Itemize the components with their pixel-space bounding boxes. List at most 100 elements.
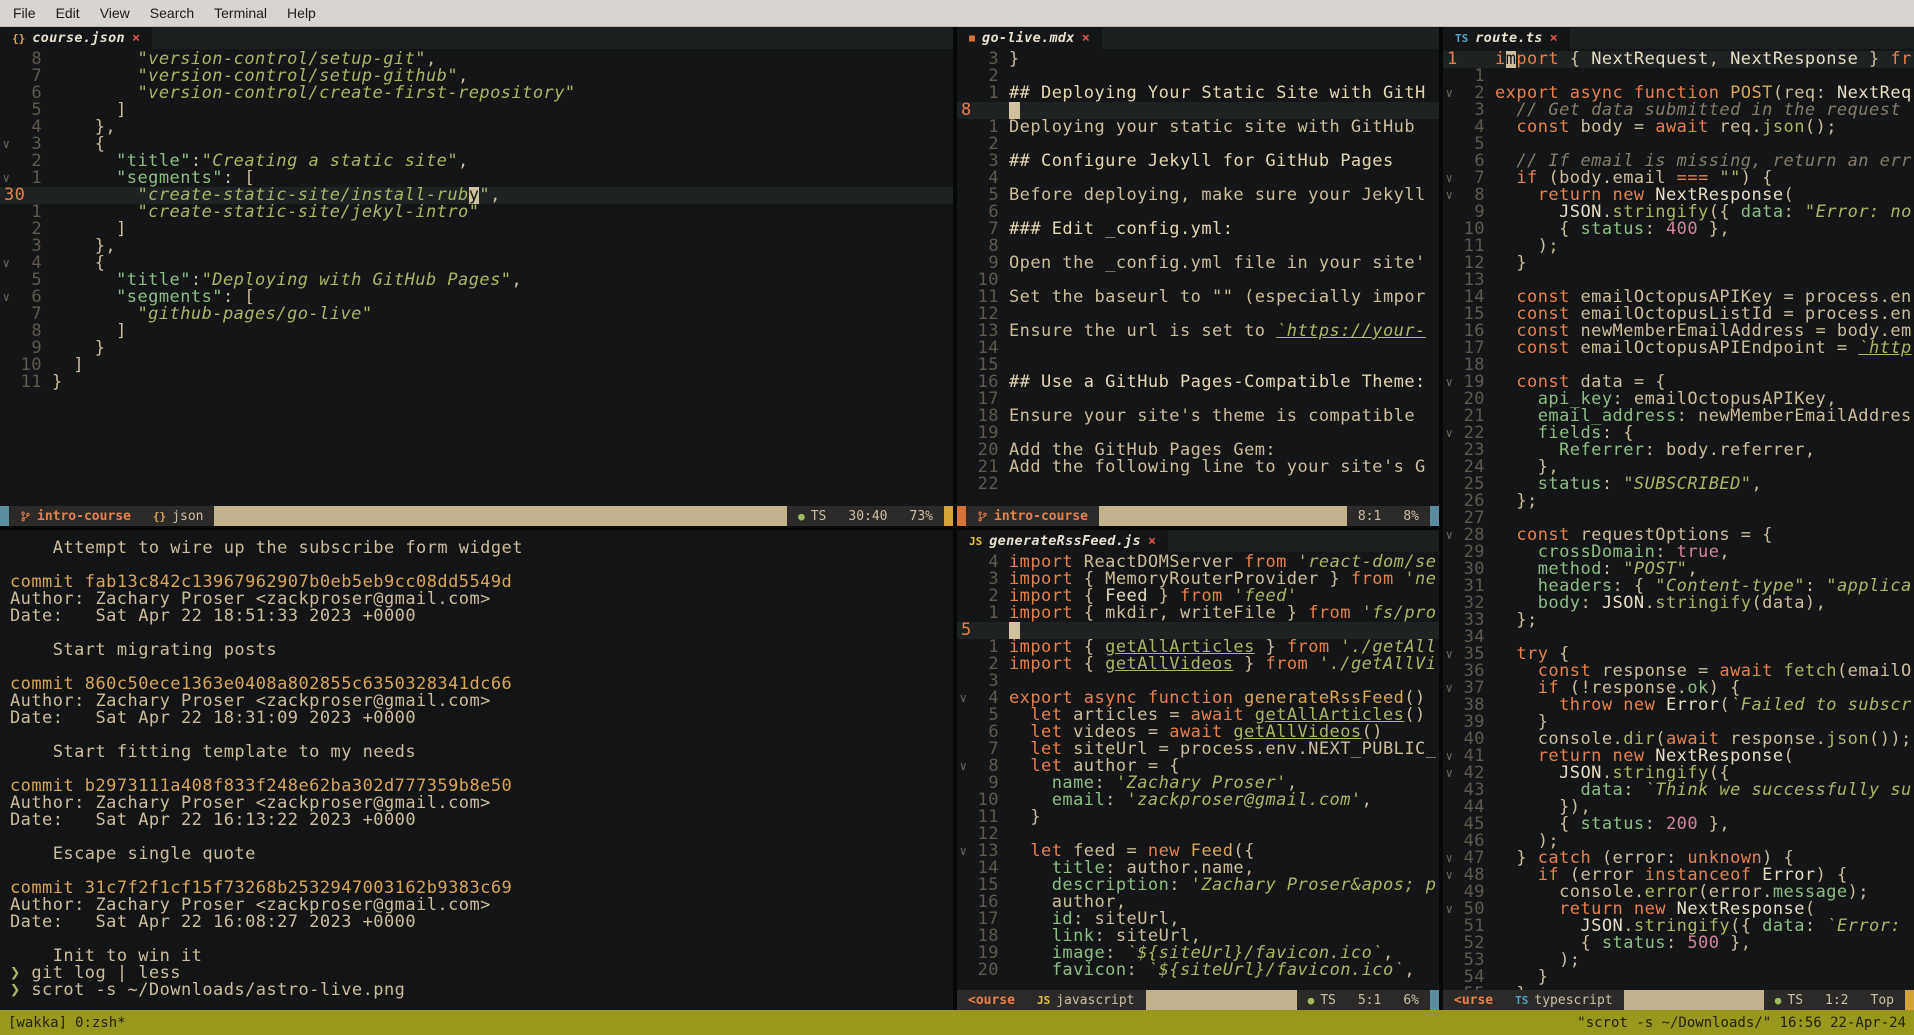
menu-help[interactable]: Help [278,2,325,24]
code-row[interactable]: 30 method: "POST", [1443,561,1914,578]
fold-icon[interactable]: ∨ [1443,374,1456,391]
code-row[interactable]: 21 email_address: newMemberEmailAddres [1443,408,1914,425]
code-row[interactable]: 6 let videos = await getAllVideos() [957,724,1439,741]
code-row[interactable]: Date: Sat Apr 22 18:51:33 2023 +0000 [10,608,953,625]
code-row[interactable]: 10 { status: 400 }, [1443,221,1914,238]
code-row[interactable]: 2 [957,136,1439,153]
code-row[interactable]: 12 [957,826,1439,843]
code-row[interactable]: 29 crossDomain: true, [1443,544,1914,561]
code-row[interactable]: 6 [957,204,1439,221]
close-icon[interactable]: × [1550,30,1558,46]
code-row[interactable]: 5 "title":"Deploying with GitHub Pages", [0,272,953,289]
code-row[interactable]: 5 ] [0,102,953,119]
code-row[interactable]: ∨48 if (error instanceof Error) { [1443,867,1914,884]
code-row[interactable]: Date: Sat Apr 22 16:08:27 2023 +0000 [10,914,953,931]
code-row[interactable]: ❯ git log | less [10,965,953,982]
code-row[interactable]: 4 const body = await req.json(); [1443,119,1914,136]
code-row[interactable]: 16## Use a GitHub Pages-Compatible Theme… [957,374,1439,391]
code-row[interactable]: 3## Configure Jekyll for GitHub Pages [957,153,1439,170]
code-row[interactable]: Attempt to wire up the subscribe form wi… [10,540,953,557]
code-row[interactable]: 3 [957,673,1439,690]
fold-icon[interactable]: ∨ [0,136,13,153]
code-row[interactable]: 12 } [1443,255,1914,272]
code-row[interactable]: ∨1 "segments": [ [0,170,953,187]
code-row[interactable]: 38 throw new Error(`Failed to subscr [1443,697,1914,714]
code-row[interactable]: 18 [1443,357,1914,374]
code-row[interactable]: ∨3 { [0,136,953,153]
fold-icon[interactable]: ∨ [1443,867,1456,884]
code-row[interactable]: ∨8 return new NextResponse( [1443,187,1914,204]
code-row[interactable]: 2 [957,68,1439,85]
code-row[interactable]: ∨13 let feed = new Feed({ [957,843,1439,860]
code-row[interactable]: 11 } [957,809,1439,826]
close-icon[interactable]: × [132,30,140,46]
code-row[interactable]: 7 let siteUrl = process.env.NEXT_PUBLIC_ [957,741,1439,758]
code-row-current[interactable]: 8 [957,102,1439,119]
code-row[interactable]: ∨42 JSON.stringify({ [1443,765,1914,782]
code-row[interactable]: 31 headers: { "Content-type": "applica [1443,578,1914,595]
fold-icon[interactable]: ∨ [1443,765,1456,782]
code-row[interactable]: 3 // Get data submitted in the request [1443,102,1914,119]
code-row[interactable]: Date: Sat Apr 22 16:13:22 2023 +0000 [10,812,953,829]
fold-icon[interactable]: ∨ [1443,170,1456,187]
code-row[interactable]: 51 JSON.stringify({ data: `Error: [1443,918,1914,935]
code-row[interactable]: 4 }, [0,119,953,136]
menu-terminal[interactable]: Terminal [205,2,276,24]
code-row[interactable]: ∨4export async function generateRssFeed(… [957,690,1439,707]
code-row[interactable]: 43 data: `Think we successfully su [1443,782,1914,799]
code-row[interactable]: 17 id: siteUrl, [957,911,1439,928]
tab-route-ts[interactable]: TS route.ts × [1443,27,1570,49]
code-row[interactable]: 1import { getAllArticles } from './getAl… [957,639,1439,656]
code-row[interactable]: 7 "version-control/setup-github", [0,68,953,85]
code-row[interactable]: 44 }), [1443,799,1914,816]
code-row[interactable]: 40 console.dir(await response.json()); [1443,731,1914,748]
code-row[interactable]: ∨8 let author = { [957,758,1439,775]
tmux-window[interactable]: 0:zsh* [75,1015,126,1031]
code-row[interactable]: 11} [0,374,953,391]
code-row[interactable]: 6 // If email is missing, return an err [1443,153,1914,170]
fold-icon[interactable]: ∨ [0,289,13,306]
code-row[interactable]: Start migrating posts [10,642,953,659]
code-row[interactable]: ∨41 return new NextResponse( [1443,748,1914,765]
code-row[interactable] [10,727,953,744]
code-row[interactable]: 8 ] [0,323,953,340]
code-row[interactable]: 34 [1443,629,1914,646]
code-row[interactable]: 24 }, [1443,459,1914,476]
code-row[interactable]: ∨2export async function POST(req: NextRe… [1443,85,1914,102]
code-row[interactable]: commit 31c7f2f1cf15f73268b2532947003162b… [10,880,953,897]
code-row[interactable]: 5 let articles = await getAllArticles() [957,707,1439,724]
code-row[interactable]: 17 [957,391,1439,408]
code-row[interactable]: ∨4 { [0,255,953,272]
code-row[interactable] [10,659,953,676]
code-row[interactable]: Author: Zachary Proser <zackproser@gmail… [10,897,953,914]
code-row[interactable]: commit fab13c842c13967962907b0eb5eb9cc08… [10,574,953,591]
fold-icon[interactable]: ∨ [1443,646,1456,663]
code-row[interactable]: Init to win it [10,948,953,965]
code-row[interactable] [10,829,953,846]
code-row[interactable]: ∨50 return new NextResponse( [1443,901,1914,918]
code-row[interactable]: Date: Sat Apr 22 18:31:09 2023 +0000 [10,710,953,727]
code-row[interactable]: 52 { status: 500 }, [1443,935,1914,952]
code-row[interactable]: 11 ); [1443,238,1914,255]
code-row[interactable]: 53 ); [1443,952,1914,969]
code-row[interactable]: 54 } [1443,969,1914,986]
code-row[interactable]: ∨47 } catch (error: unknown) { [1443,850,1914,867]
code-row-current[interactable]: 1import { NextRequest, NextResponse } fr [1443,51,1914,68]
fold-icon[interactable]: ∨ [1443,850,1456,867]
code-row[interactable]: ❯ scrot -s ~/Downloads/astro-live.png [10,982,953,999]
menu-edit[interactable]: Edit [47,2,89,24]
code-row[interactable]: 9 } [0,340,953,357]
code-row[interactable] [10,863,953,880]
tab-go-live-mdx[interactable]: ■ go-live.mdx × [957,27,1102,49]
code-row[interactable]: 9 JSON.stringify({ data: "Error: no [1443,204,1914,221]
fold-icon[interactable]: ∨ [957,843,970,860]
code-row[interactable]: 1Deploying your static site with GitHub [957,119,1439,136]
code-row[interactable]: Escape single quote [10,846,953,863]
code-row[interactable]: ∨6 "segments": [ [0,289,953,306]
code-row[interactable]: 17 const emailOctopusAPIEndpoint = `http [1443,340,1914,357]
code-row[interactable]: 19 image: `${siteUrl}/favicon.ico`, [957,945,1439,962]
code-row[interactable]: 3 }, [0,238,953,255]
fold-icon[interactable]: ∨ [1443,748,1456,765]
code-row[interactable]: 15 const emailOctopusListId = process.en [1443,306,1914,323]
code-row[interactable]: 10 [957,272,1439,289]
